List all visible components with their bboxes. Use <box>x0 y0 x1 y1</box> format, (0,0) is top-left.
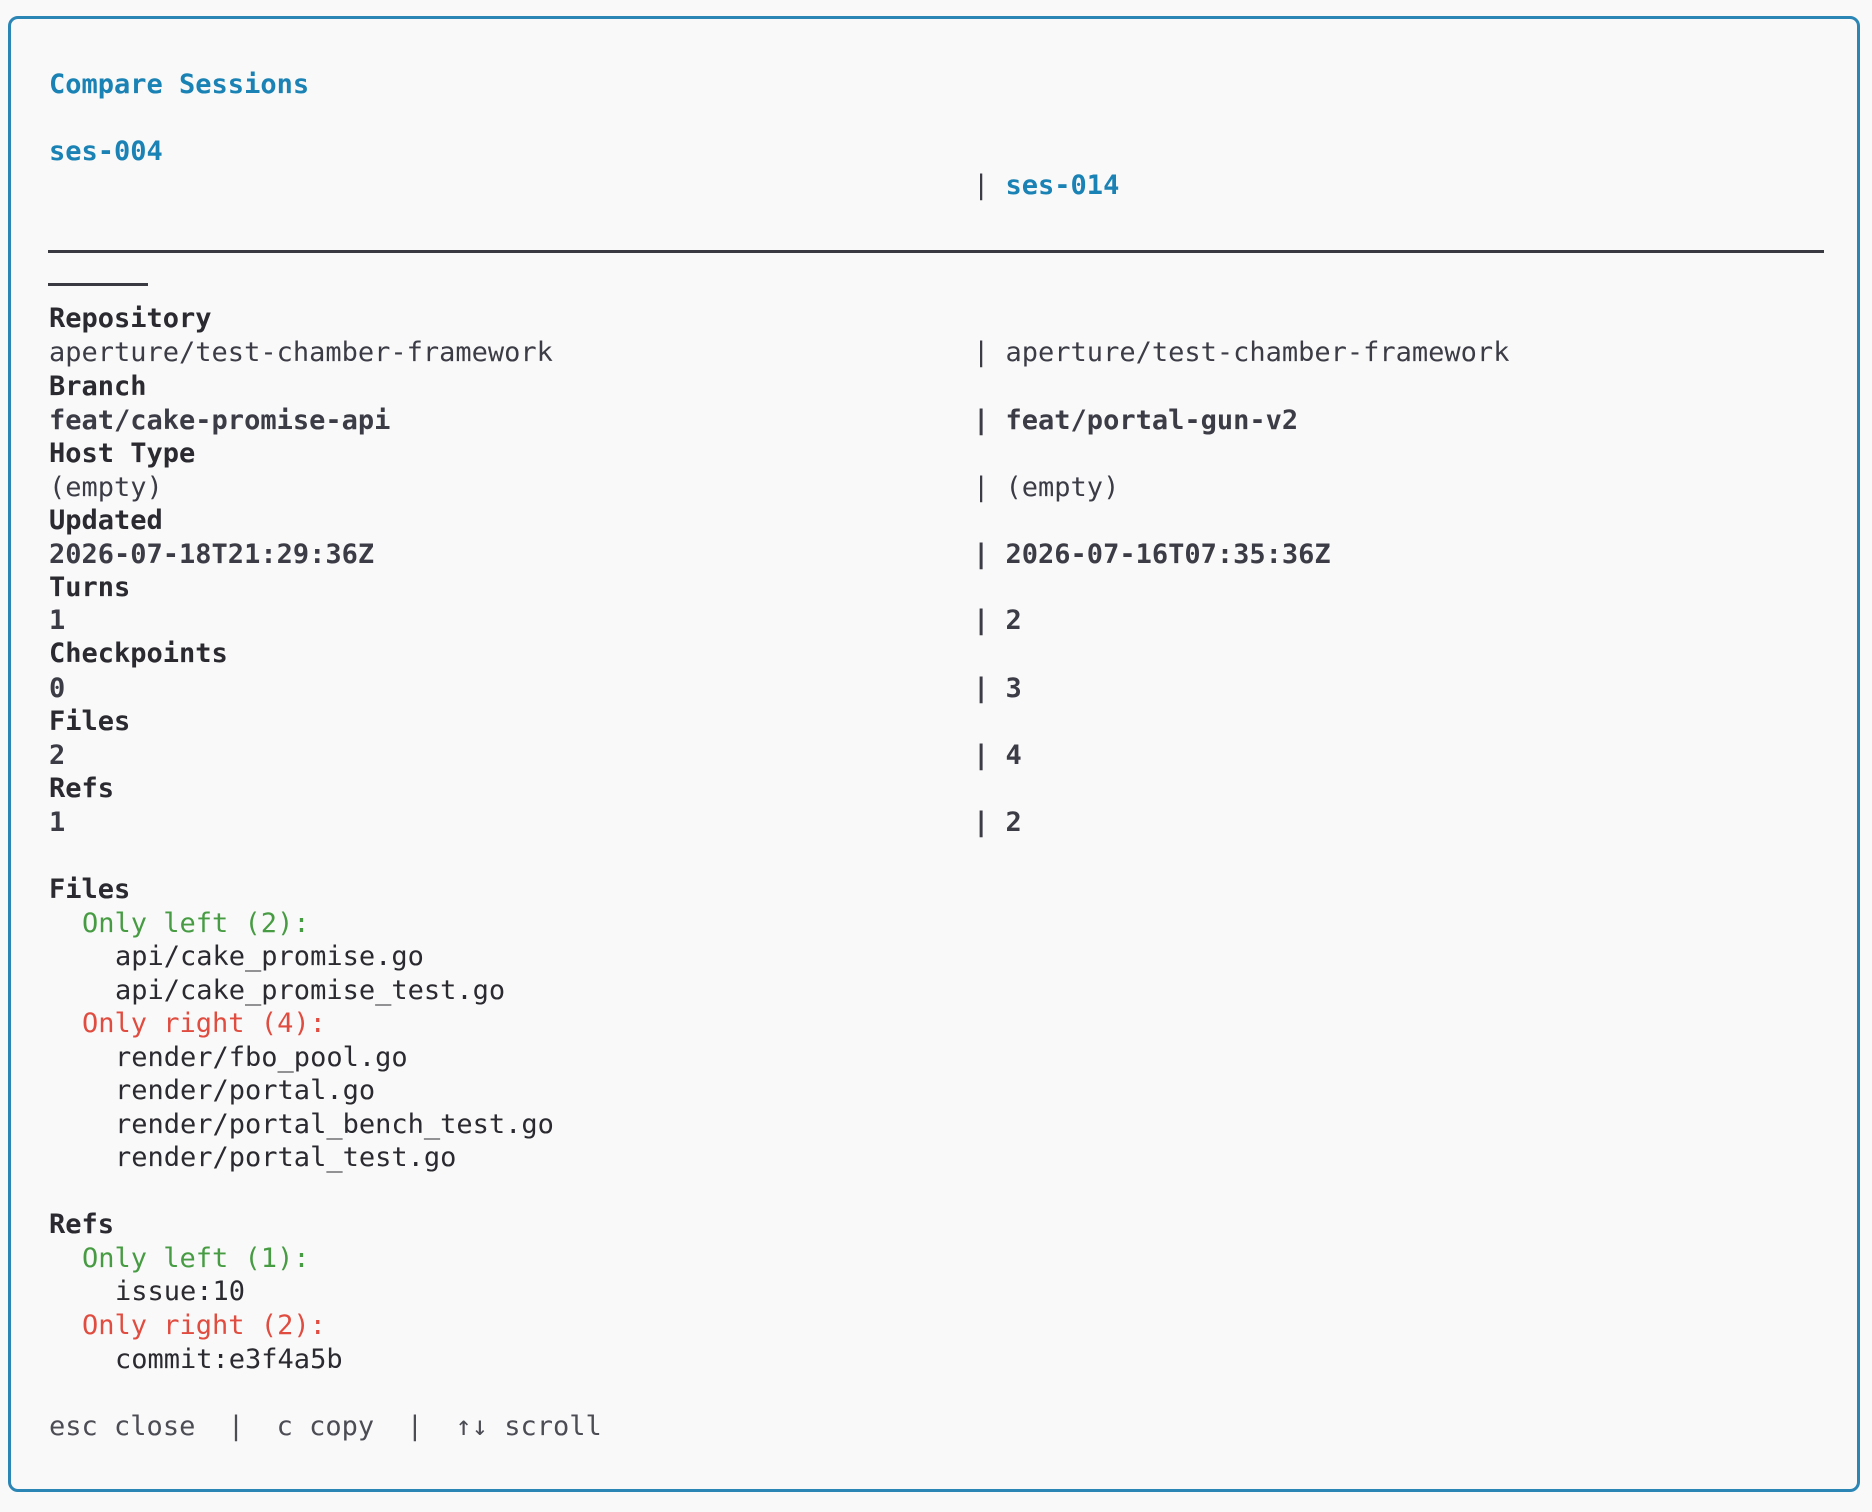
file-item: render/portal_bench_test.go <box>115 1109 554 1140</box>
field-left-updated: 2026-07-18T21:29:36Z <box>49 539 375 570</box>
file-item: render/fbo_pool.go <box>115 1042 408 1073</box>
file-item: render/portal.go <box>115 1075 376 1106</box>
column-separator: | <box>973 807 990 838</box>
left-session-id: ses-004 <box>49 136 163 167</box>
files-only-left-label: Only left (2): <box>82 908 310 939</box>
field-right-branch: | feat/portal-gun-v2 <box>973 404 1298 438</box>
esc-close-hint[interactable]: esc close <box>49 1411 195 1442</box>
field-right-files: | 4 <box>973 739 1022 773</box>
footer-hints: esc close | c copy | ↑↓ scroll <box>49 1410 602 1444</box>
copy-action: copy <box>309 1411 375 1442</box>
column-separator: | <box>973 740 990 771</box>
files-section-heading: Files <box>49 874 131 905</box>
ref-item: commit:e3f4a5b <box>115 1344 343 1375</box>
ref-item: issue:10 <box>115 1276 246 1307</box>
copy-key: c <box>276 1411 293 1442</box>
field-left-checkpoints: 0 <box>49 673 66 704</box>
esc-action: close <box>114 1411 196 1442</box>
field-right-host-type: | (empty) <box>973 471 1119 505</box>
right-column-header: | ses-014 <box>973 169 1119 203</box>
field-label-updated: Updated <box>49 505 163 536</box>
field-right-value: aperture/test-chamber-framework <box>1005 337 1510 368</box>
field-right-value: 2026-07-16T07:35:36Z <box>1005 539 1331 570</box>
field-left-host-type: (empty) <box>49 472 163 503</box>
file-item: api/cake_promise_test.go <box>115 975 506 1006</box>
field-right-value: 2 <box>1005 605 1022 636</box>
dialog-title: Compare Sessions <box>49 69 310 100</box>
column-separator: | <box>973 472 990 503</box>
field-right-value: feat/portal-gun-v2 <box>1005 405 1299 436</box>
files-only-right-label: Only right (4): <box>82 1008 326 1039</box>
field-left-branch: feat/cake-promise-api <box>49 405 391 436</box>
column-separator: | <box>973 673 990 704</box>
field-label-host-type: Host Type <box>49 438 196 469</box>
field-right-value: 4 <box>1005 740 1022 771</box>
footer-divider: | <box>406 1411 423 1442</box>
file-item: api/cake_promise.go <box>115 941 424 972</box>
footer-divider: | <box>227 1411 245 1442</box>
file-item: render/portal_test.go <box>115 1142 457 1173</box>
scroll-action: scroll <box>504 1411 602 1442</box>
field-right-repository: | aperture/test-chamber-framework <box>973 336 1509 370</box>
field-left-refs: 1 <box>49 807 66 838</box>
refs-only-right-label: Only right (2): <box>82 1310 326 1341</box>
field-right-value: 3 <box>1005 673 1022 704</box>
esc-key: esc <box>49 1411 98 1442</box>
column-separator: | <box>973 170 990 201</box>
field-right-turns: | 2 <box>973 604 1022 638</box>
field-right-checkpoints: | 3 <box>973 672 1022 706</box>
right-session-id: ses-014 <box>1005 170 1120 201</box>
column-separator: | <box>973 539 990 570</box>
column-separator: | <box>973 405 990 436</box>
field-label-checkpoints: Checkpoints <box>49 638 228 669</box>
field-right-value: 2 <box>1005 807 1022 838</box>
scroll-hint[interactable]: ↑↓ scroll <box>455 1411 601 1442</box>
field-right-value: (empty) <box>1005 472 1120 503</box>
header-divider-wrap <box>48 283 148 286</box>
refs-only-left-label: Only left (1): <box>82 1243 310 1274</box>
field-right-updated: | 2026-07-16T07:35:36Z <box>973 538 1331 572</box>
column-separator: | <box>973 605 990 636</box>
scroll-arrows-icon: ↑↓ <box>455 1411 488 1442</box>
field-label-files: Files <box>49 706 131 737</box>
column-separator: | <box>973 337 990 368</box>
field-label-branch: Branch <box>49 371 147 402</box>
field-label-turns: Turns <box>49 572 131 603</box>
field-left-repository: aperture/test-chamber-framework <box>49 337 553 368</box>
field-left-turns: 1 <box>49 605 66 636</box>
refs-section-heading: Refs <box>49 1209 115 1240</box>
field-label-refs: Refs <box>49 773 115 804</box>
field-right-refs: | 2 <box>973 806 1022 840</box>
copy-hint[interactable]: c copy <box>277 1411 375 1442</box>
header-divider <box>48 250 1824 253</box>
field-left-files: 2 <box>49 740 66 771</box>
field-label-repository: Repository <box>49 303 212 334</box>
